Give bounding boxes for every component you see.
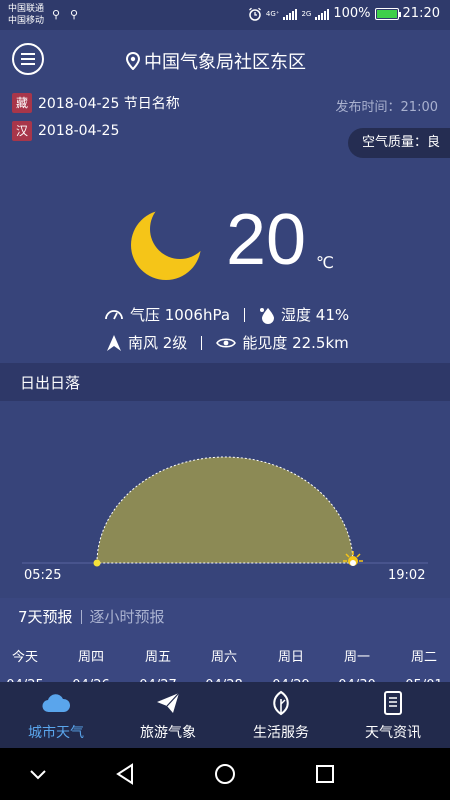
leaf-icon [273, 690, 289, 716]
day-name: 周一 [343, 650, 370, 665]
publish-time: 发布时间：21:00 [335, 100, 438, 115]
forecast-section: 7天预报 逐小时预报 今天 04/25 周四 04/26 周五 04/27 周六 04/… [0, 598, 450, 682]
recent-apps-icon[interactable] [314, 762, 336, 786]
nav-life-services[interactable]: 生活服务 [225, 682, 337, 748]
alarm-icon [248, 7, 261, 21]
bottom-nav: 城市天气 旅游气象 生活服务 天气资讯 [0, 682, 450, 748]
signal-icon [315, 8, 330, 20]
chevron-down-icon[interactable] [28, 762, 48, 786]
day-name: 今天 [11, 650, 38, 665]
forecast-day[interactable]: 周五 04/27 [128, 644, 188, 682]
network-type-1: 4G⁺ [265, 9, 280, 18]
temperature-unit: ℃ [316, 253, 334, 272]
document-icon [384, 691, 402, 715]
forecast-tabs: 7天预报 逐小时预报 [18, 606, 165, 627]
carrier-2: 中国移动 [8, 16, 45, 26]
day-name: 周六 [210, 650, 237, 665]
moon-icon [131, 210, 201, 280]
divider [80, 609, 82, 624]
day-date: 04/30 [327, 672, 387, 682]
day-name: 周五 [144, 650, 171, 665]
home-icon[interactable] [213, 762, 237, 786]
menu-button[interactable] [12, 43, 44, 75]
forecast-day[interactable]: 周四 04/26 [61, 644, 121, 682]
divider [244, 307, 246, 322]
tab-7day[interactable]: 7天预报 [18, 606, 73, 627]
divider [201, 335, 203, 350]
han-tag: 汉 [12, 121, 32, 141]
location-name: 中国气象局社区东区 [144, 52, 306, 73]
app-header: 中国气象局社区东区 [0, 30, 450, 90]
han-date-row: 汉 2018-04-25 [12, 121, 119, 141]
sun-arc [22, 456, 428, 567]
battery-percent: 100% [333, 6, 371, 21]
nav-label: 生活服务 [253, 725, 309, 741]
forecast-day[interactable]: 周二 05/01 [394, 644, 450, 682]
air-quality-badge[interactable]: 空气质量：良 [347, 128, 450, 158]
carrier-1: 中国联通 [8, 4, 45, 14]
day-name: 周日 [277, 650, 304, 665]
forecast-days: 今天04/25 周四04/26 周五04/27 周六04/28 周日04/29 … [0, 644, 450, 682]
pressure-icon [105, 309, 123, 319]
system-nav-bar [0, 748, 450, 800]
cloud-icon [42, 694, 70, 713]
nav-travel-weather[interactable]: 旅游气象 [112, 682, 224, 748]
tibetan-date-row: 藏 2018-04-25 节日名称 [12, 93, 180, 113]
day-date: 04/26 [61, 672, 121, 682]
status-bar: 中国联通 中国移动 ⚲ ⚲ 4G⁺ 2G 100% 21:20 [0, 0, 450, 30]
day-name: 周四 [77, 650, 104, 665]
pressure-humidity-row: 气压 1006hPa 湿度 41% [104, 304, 349, 325]
signal-icon [283, 8, 298, 20]
humidity: 湿度 41% [281, 306, 350, 324]
tibetan-tag: 藏 [12, 93, 32, 113]
pressure: 气压 1006hPa [130, 306, 231, 324]
network-type-2: 2G [301, 9, 312, 18]
nav-label: 天气资讯 [365, 725, 421, 741]
day-date: 04/28 [194, 672, 254, 682]
day-date: 04/27 [128, 672, 188, 682]
visibility: 能见度 22.5km [242, 334, 349, 352]
forecast-day[interactable]: 周一 04/30 [327, 644, 387, 682]
nav-city-weather[interactable]: 城市天气 [0, 682, 112, 748]
tibetan-date: 2018-04-25 节日名称 [38, 96, 180, 112]
day-date: 04/25 [0, 672, 55, 682]
sun-section-header: 日出日落 [0, 363, 450, 401]
han-date: 2018-04-25 [38, 123, 120, 139]
day-date: 05/01 [394, 672, 450, 682]
usb-icon: ⚲ [52, 8, 61, 21]
humidity-icon [260, 307, 275, 324]
carrier-info: 中国联通 中国移动 [8, 3, 44, 27]
forecast-day[interactable]: 今天 04/25 [0, 644, 55, 682]
wind-visibility-row: 南风 2级 能见度 22.5km [106, 332, 349, 353]
temperature: 20 [226, 200, 307, 280]
nav-weather-news[interactable]: 天气资讯 [337, 682, 449, 748]
forecast-day[interactable]: 周六 04/28 [194, 644, 254, 682]
paper-plane-icon [157, 692, 180, 713]
day-name: 周二 [410, 650, 437, 665]
back-icon[interactable] [114, 762, 136, 786]
usb-icon: ⚲ [70, 8, 79, 21]
day-date: 04/29 [261, 672, 321, 682]
forecast-day[interactable]: 周日 04/29 [261, 644, 321, 682]
sun-chart [0, 401, 450, 591]
sunset-time: 19:02 [388, 568, 426, 583]
battery-icon [374, 7, 401, 20]
sunrise-time: 05:25 [24, 568, 62, 583]
wind: 南风 2级 [128, 334, 188, 352]
location[interactable]: 中国气象局社区东区 [126, 48, 306, 74]
location-pin-icon [126, 52, 140, 70]
tab-hourly[interactable]: 逐小时预报 [90, 606, 165, 627]
status-right: 4G⁺ 2G 100% 21:20 [248, 6, 440, 21]
sun-section-title: 日出日落 [20, 374, 81, 392]
wind-direction-icon [107, 334, 121, 351]
nav-label: 城市天气 [28, 725, 84, 741]
eye-icon [216, 337, 237, 348]
clock: 21:20 [402, 6, 440, 21]
nav-label: 旅游气象 [140, 725, 196, 741]
